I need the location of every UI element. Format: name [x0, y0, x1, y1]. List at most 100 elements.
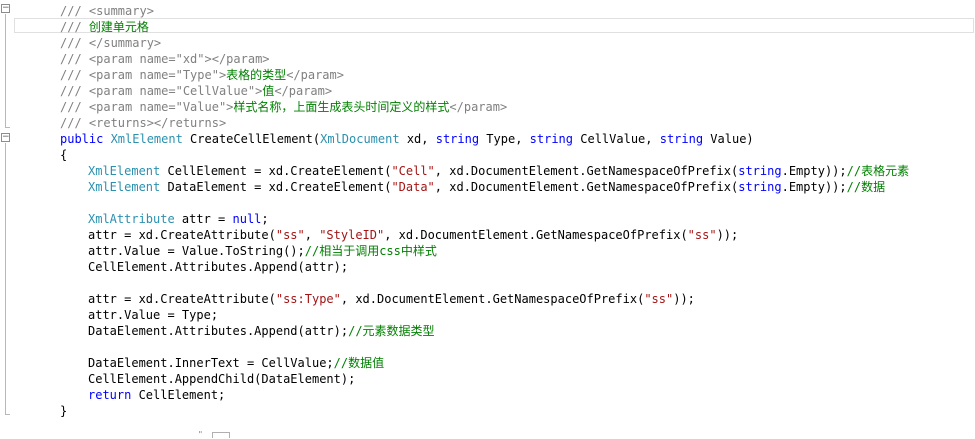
- code-token-plain: CellElement.Attributes.Append(attr);: [88, 260, 349, 274]
- fold-guide-end: [5, 414, 10, 415]
- code-token-plain: , xd.DocumentElement.GetNamespaceOfPrefi…: [434, 180, 739, 194]
- collapse-symbol: −: [2, 3, 10, 13]
- code-token-kw: string: [738, 164, 782, 178]
- code-line[interactable]: attr.Value = Type;: [88, 307, 218, 323]
- code-token-plain: , xd.DocumentElement.GetNamespaceOfPrefi…: [434, 164, 739, 178]
- code-line[interactable]: public XmlElement CreateCellElement(XmlD…: [60, 131, 754, 147]
- code-token-plain: , xd.DocumentElement.GetNamespaceOfPrefi…: [340, 292, 645, 306]
- code-line[interactable]: /// <param name="CellValue">值</param>: [60, 83, 332, 99]
- code-token-plain: , xd.DocumentElement.GetNamespaceOfPrefi…: [384, 228, 688, 242]
- code-token-kw: string: [435, 132, 480, 146]
- code-token-comment: //数据: [846, 180, 886, 194]
- code-token-comment: //表格元素: [846, 164, 910, 178]
- code-token-plain: DataElement = xd.CreateElement(: [160, 180, 392, 194]
- code-token-type: XmlElement: [88, 180, 161, 194]
- code-line[interactable]: attr.Value = Value.ToString();//相当于调用css…: [88, 243, 437, 259]
- code-token-plain: {: [60, 148, 68, 162]
- code-token-comment: 表格的类型: [226, 68, 287, 82]
- code-token-plain: attr.Value = Type;: [88, 308, 219, 322]
- code-line[interactable]: DataElement.Attributes.Append(attr);//元素…: [88, 323, 435, 339]
- code-token-kw: string: [738, 180, 782, 194]
- code-token-kw: public: [60, 132, 111, 146]
- code-token-comment: 样式名称，上面生成表头时间定义的样式: [233, 100, 450, 114]
- code-token-doc: /// <param name="Value">: [60, 100, 234, 114]
- code-token-doc: </param>: [449, 100, 508, 114]
- code-token-plain: CreateCellElement(: [182, 132, 321, 146]
- code-token-plain: Value): [703, 132, 754, 146]
- code-token-plain: xd,: [399, 132, 436, 146]
- code-line[interactable]: CellElement.AppendChild(DataElement);: [88, 371, 355, 387]
- code-token-doc: /// <param name="CellValue">: [60, 84, 263, 98]
- code-token-str: "StyleID": [319, 228, 385, 242]
- code-token-plain: }: [60, 404, 68, 418]
- code-line[interactable]: /// <summary>: [60, 3, 154, 19]
- code-token-plain: CellElement = xd.CreateElement(: [160, 164, 392, 178]
- code-token-plain: attr = xd.CreateAttribute(: [88, 228, 276, 242]
- current-line-highlight: [14, 18, 974, 33]
- code-token-str: "ss": [687, 228, 717, 242]
- code-token-plain: attr =: [174, 212, 233, 226]
- code-editor[interactable]: − − /// <summary>/// 创建单元格/// </summary>…: [0, 0, 975, 439]
- code-line[interactable]: CellElement.Attributes.Append(attr);: [88, 259, 348, 275]
- collapse-icon[interactable]: −: [1, 4, 10, 13]
- code-token-comment: 创建单元格: [88, 20, 149, 34]
- code-token-plain: ,: [304, 228, 320, 242]
- code-token-plain: attr.Value = Value.ToString();: [88, 244, 305, 258]
- fold-guide-line: [5, 14, 6, 127]
- code-token-doc: /// </summary>: [60, 36, 162, 50]
- code-token-str: "ss:Type": [275, 292, 341, 306]
- code-token-plain: DataElement.InnerText = CellValue;: [88, 356, 334, 370]
- code-line[interactable]: XmlAttribute attr = null;: [88, 211, 269, 227]
- code-line[interactable]: /// <param name="xd"></param>: [60, 51, 270, 67]
- code-token-comment: //相当于调用css中样式: [304, 244, 437, 258]
- code-token-comment: 值: [262, 84, 275, 98]
- code-token-doc: </param>: [286, 68, 344, 82]
- fold-guide-line: [5, 143, 6, 414]
- code-line[interactable]: {: [60, 147, 67, 163]
- editor-gutter: − −: [0, 0, 14, 438]
- code-line[interactable]: /// <param name="Type">表格的类型</param>: [60, 67, 344, 83]
- code-token-str: "ss": [644, 292, 674, 306]
- code-token-kw: return: [88, 388, 132, 402]
- code-line[interactable]: /// <returns></returns>: [60, 115, 226, 131]
- code-token-type: XmlDocument: [320, 132, 400, 146]
- fold-guide-end: [5, 127, 10, 128]
- code-token-doc: </param>: [274, 84, 333, 98]
- code-line[interactable]: }: [60, 403, 67, 419]
- code-token-doc: /// <returns></returns>: [60, 116, 227, 130]
- code-token-plain: CellValue,: [573, 132, 660, 146]
- code-token-plain: attr = xd.CreateAttribute(: [88, 292, 276, 306]
- code-line[interactable]: XmlElement CellElement = xd.CreateElemen…: [88, 163, 909, 179]
- code-line[interactable]: attr = xd.CreateAttribute("ss", "StyleID…: [88, 227, 738, 243]
- code-token-type: XmlElement: [88, 164, 161, 178]
- code-token-comment: //数据值: [333, 356, 385, 370]
- code-line[interactable]: /// <param name="Value">样式名称，上面生成表头时间定义的…: [60, 99, 507, 115]
- code-token-str: "Data": [391, 180, 435, 194]
- code-line[interactable]: /// </summary>: [60, 35, 161, 51]
- code-token-kw: string: [529, 132, 574, 146]
- code-token-plain: ;: [261, 212, 269, 226]
- code-token-doc: /// <summary>: [60, 4, 154, 18]
- code-token-plain: DataElement.Attributes.Append(attr);: [88, 324, 349, 338]
- code-token-plain: .Empty));: [781, 180, 847, 194]
- code-token-kw: null: [232, 212, 262, 226]
- code-token-plain: ));: [673, 292, 695, 306]
- code-token-comment: //元素数据类型: [348, 324, 435, 338]
- code-token-doc: /// <param name="Type">: [60, 68, 227, 82]
- code-token-plain: Type,: [479, 132, 530, 146]
- code-line[interactable]: attr = xd.CreateAttribute("ss:Type", xd.…: [88, 291, 695, 307]
- code-token-type: XmlElement: [110, 132, 183, 146]
- code-token-plain: CellElement;: [131, 388, 226, 402]
- collapse-icon[interactable]: −: [1, 133, 10, 142]
- code-line[interactable]: DataElement.InnerText = CellValue;//数据值: [88, 355, 384, 371]
- code-line[interactable]: return CellElement;: [88, 387, 225, 403]
- code-token-type: XmlAttribute: [88, 212, 175, 226]
- code-line[interactable]: XmlElement DataElement = xd.CreateElemen…: [88, 179, 885, 195]
- code-token-doc: ///: [60, 20, 89, 34]
- code-token-str: "Cell": [391, 164, 435, 178]
- collapse-symbol: −: [2, 132, 10, 142]
- code-token-str: "ss": [275, 228, 305, 242]
- code-token-plain: ));: [716, 228, 739, 242]
- code-line[interactable]: /// 创建单元格: [60, 19, 149, 35]
- code-token-doc: /// <param name="xd"></param>: [60, 52, 270, 66]
